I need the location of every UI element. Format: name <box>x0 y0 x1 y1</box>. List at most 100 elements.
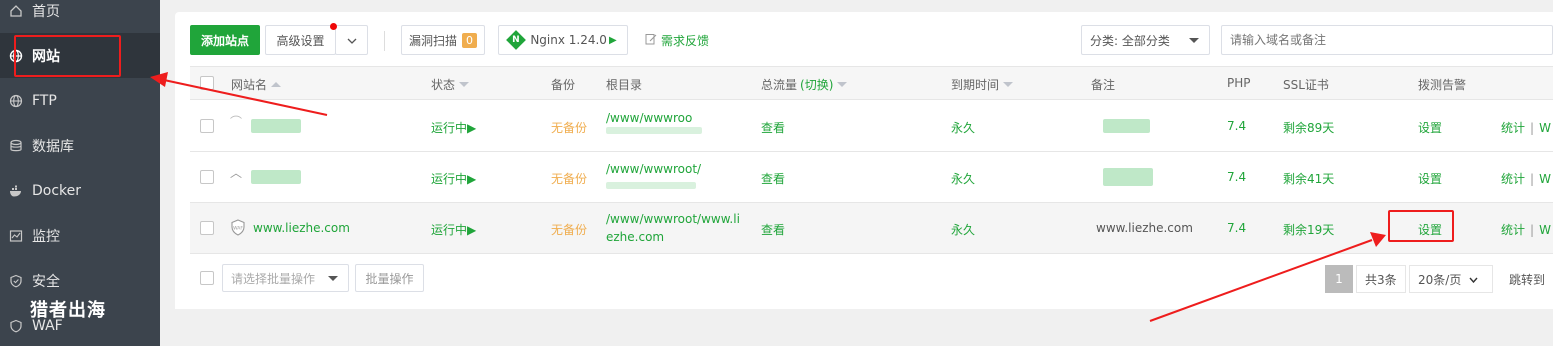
header-backup: 备份 <box>551 78 576 92</box>
toolbar-divider <box>384 31 385 51</box>
site-backup[interactable]: 无备份 <box>551 221 587 238</box>
redacted-note <box>1103 168 1153 186</box>
redacted-site-name <box>251 119 301 133</box>
site-php[interactable]: 7.4 <box>1227 170 1246 184</box>
sort-down-icon <box>1003 82 1014 87</box>
notification-dot <box>330 23 337 30</box>
add-site-button[interactable]: 添加站点 <box>190 25 260 55</box>
docker-icon <box>8 183 24 199</box>
site-status-icon: ⌒ <box>230 115 243 129</box>
nginx-version-button[interactable]: N Nginx 1.24.0 ▶ <box>498 25 628 55</box>
advanced-settings-button[interactable]: 高级设置 <box>265 25 336 55</box>
stats-link[interactable]: 统计 | W <box>1501 170 1551 187</box>
search-input[interactable] <box>1221 25 1553 55</box>
sort-down-icon <box>459 82 470 87</box>
advanced-settings-dropdown[interactable] <box>335 25 368 55</box>
sidebar-item-label: 监控 <box>32 228 60 245</box>
site-ssl[interactable]: 剩余19天 <box>1283 221 1334 238</box>
row-checkbox[interactable] <box>200 170 214 184</box>
sidebar-item-ftp[interactable]: FTP <box>0 78 160 123</box>
header-status[interactable]: 状态 <box>431 76 470 93</box>
sidebar-item-label: 数据库 <box>32 138 74 155</box>
site-name-link[interactable]: www.liezhe.com <box>253 221 350 235</box>
batch-operation-select[interactable]: 请选择批量操作 <box>222 264 349 292</box>
vuln-scan-button[interactable]: 漏洞扫描 0 <box>401 25 485 55</box>
traffic-view-link[interactable]: 查看 <box>761 170 785 187</box>
site-status[interactable]: 运行中▶ <box>431 170 476 187</box>
alert-settings-link[interactable]: 设置 <box>1418 119 1442 136</box>
header-site-name[interactable]: 网站名 <box>231 76 282 93</box>
shield-icon <box>8 273 24 289</box>
row-checkbox[interactable] <box>200 119 214 133</box>
waf-icon <box>8 318 24 334</box>
traffic-view-link[interactable]: 查看 <box>761 119 785 136</box>
header-alert: 拨测告警 <box>1418 78 1467 92</box>
redacted-note <box>1103 119 1150 133</box>
site-php[interactable]: 7.4 <box>1227 221 1246 235</box>
batch-operation-placeholder: 请选择批量操作 <box>231 271 316 286</box>
table-header: 网站名 状态 备份 根目录 总流量 (切换) 到期时间 备注 PHP SSL证书 … <box>190 66 1553 100</box>
category-select-value: 分类: 全部分类 <box>1090 33 1170 48</box>
sidebar-item-docker[interactable]: Docker <box>0 168 160 213</box>
sort-down-icon <box>837 82 848 87</box>
redacted-site-name <box>251 170 301 184</box>
site-expire[interactable]: 永久 <box>951 119 975 136</box>
vuln-scan-label: 漏洞扫描 <box>408 33 457 48</box>
monitor-icon <box>8 228 24 244</box>
site-root[interactable]: /www/wwwroo <box>606 111 692 125</box>
header-expire[interactable]: 到期时间 <box>951 76 1014 93</box>
home-icon <box>8 3 24 19</box>
feedback-label: 需求反馈 <box>661 34 710 48</box>
sidebar-item-home[interactable]: 首页 <box>0 0 160 33</box>
site-ssl[interactable]: 剩余41天 <box>1283 170 1334 187</box>
jump-to-label: 跳转到 <box>1509 273 1546 287</box>
site-list-panel: 添加站点 高级设置 漏洞扫描 0 N Nginx 1.24.0 ▶ 需求反馈 分… <box>175 12 1553 309</box>
sidebar-item-database[interactable]: 数据库 <box>0 123 160 168</box>
traffic-switch-link[interactable]: (切换) <box>800 76 833 93</box>
select-all-checkbox[interactable] <box>200 76 214 90</box>
site-ssl[interactable]: 剩余89天 <box>1283 119 1334 136</box>
site-php[interactable]: 7.4 <box>1227 119 1246 133</box>
row-checkbox[interactable] <box>200 221 214 235</box>
header-php: PHP <box>1227 76 1251 90</box>
vuln-count-badge: 0 <box>462 32 477 48</box>
header-root: 根目录 <box>606 78 643 92</box>
nginx-icon: N <box>506 30 527 50</box>
pagination-total: 共3条 <box>1356 265 1406 293</box>
site-root[interactable]: /www/wwwroot/www.li <box>606 212 740 226</box>
site-note[interactable]: www.liezhe.com <box>1096 221 1193 235</box>
table-row: ⌒ 运行中▶ 无备份 /www/wwwroo 查看 永久 7.4 剩余89天 设… <box>190 101 1553 152</box>
sidebar-item-monitor[interactable]: 监控 <box>0 213 160 258</box>
batch-operation-button[interactable]: 批量操作 <box>355 264 424 292</box>
sidebar-item-label: FTP <box>32 92 57 109</box>
sidebar-item-label: 安全 <box>32 273 60 290</box>
site-root-cont[interactable]: ezhe.com <box>606 230 664 244</box>
site-expire[interactable]: 永久 <box>951 170 975 187</box>
footer-select-all-checkbox[interactable] <box>200 271 214 285</box>
traffic-view-link[interactable]: 查看 <box>761 221 785 238</box>
sidebar-item-label: Docker <box>32 182 82 199</box>
page-size-value: 20条/页 <box>1418 272 1462 287</box>
stats-link[interactable]: 统计 | W <box>1501 119 1551 136</box>
redacted-root <box>606 127 702 134</box>
nginx-label: Nginx 1.24.0 <box>530 33 607 47</box>
chevron-down-icon <box>1469 272 1478 286</box>
category-select[interactable]: 分类: 全部分类 <box>1081 25 1210 55</box>
page-size-select[interactable]: 20条/页 <box>1409 265 1493 293</box>
site-root[interactable]: /www/wwwroot/ <box>606 162 701 176</box>
site-status[interactable]: 运行中▶ <box>431 221 476 238</box>
stats-link[interactable]: 统计 | W <box>1501 221 1551 238</box>
site-backup[interactable]: 无备份 <box>551 170 587 187</box>
site-status[interactable]: 运行中▶ <box>431 119 476 136</box>
header-traffic[interactable]: 总流量 (切换) <box>761 76 848 93</box>
pagination-current-page[interactable]: 1 <box>1325 265 1353 293</box>
ftp-icon <box>8 93 24 109</box>
header-note: 备注 <box>1091 78 1116 92</box>
site-backup[interactable]: 无备份 <box>551 119 587 136</box>
database-icon <box>8 138 24 154</box>
header-ssl: SSL证书 <box>1283 78 1329 92</box>
alert-settings-link[interactable]: 设置 <box>1418 170 1442 187</box>
site-expire[interactable]: 永久 <box>951 221 975 238</box>
feedback-link[interactable]: 需求反馈 <box>645 32 709 49</box>
redacted-root <box>606 182 696 189</box>
